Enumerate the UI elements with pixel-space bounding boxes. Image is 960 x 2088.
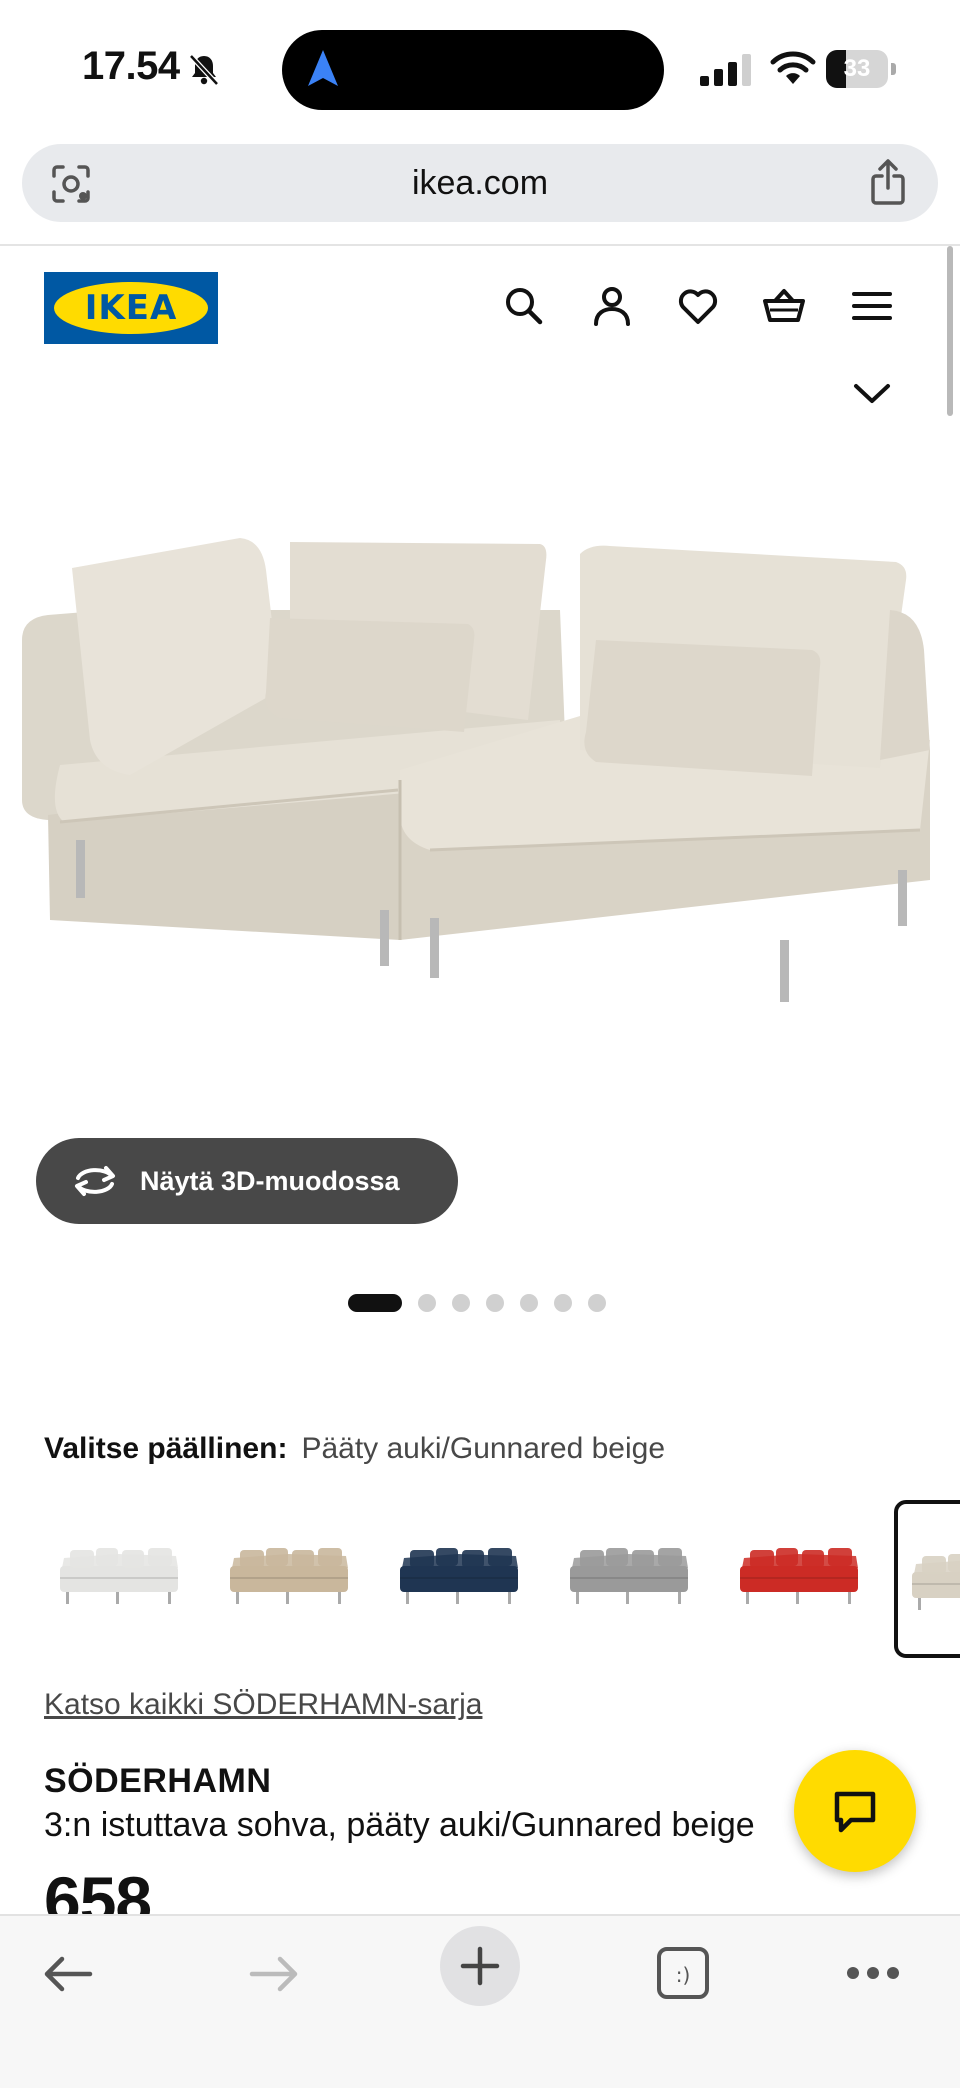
battery-percent: 33: [843, 55, 871, 82]
product-description: 3:n istuttava sohva, pääty auki/Gunnared…: [44, 1806, 755, 1844]
carousel-dot[interactable]: [588, 1294, 606, 1312]
product-image[interactable]: [0, 500, 960, 1060]
carousel-dot[interactable]: [348, 1294, 402, 1312]
more-icon[interactable]: [846, 1966, 900, 1980]
cellular-signal-icon: [700, 54, 751, 86]
status-time: 17.54: [82, 44, 180, 88]
new-tab-button[interactable]: [440, 1926, 520, 2006]
chevron-down-icon[interactable]: [852, 380, 892, 408]
view-3d-label: Näytä 3D-muodossa: [140, 1166, 400, 1196]
carousel-indicator[interactable]: [348, 1294, 606, 1312]
view-3d-button[interactable]: Näytä 3D-muodossa: [36, 1138, 458, 1224]
cover-swatch[interactable]: [396, 1508, 522, 1634]
cover-swatch[interactable]: [56, 1508, 182, 1634]
address-bar[interactable]: ikea.com: [22, 144, 938, 222]
cover-selection: Valitse päällinen: Pääty auki/Gunnared be…: [44, 1432, 665, 1466]
product-name: SÖDERHAMN: [44, 1762, 272, 1800]
carousel-dot[interactable]: [486, 1294, 504, 1312]
svg-text::): :): [676, 1963, 691, 1987]
carousel-dot[interactable]: [452, 1294, 470, 1312]
cover-swatch-selected[interactable]: [894, 1500, 960, 1658]
series-link[interactable]: Katso kaikki SÖDERHAMN-sarja: [44, 1688, 482, 1722]
carousel-dot[interactable]: [418, 1294, 436, 1312]
cover-value: Pääty auki/Gunnared beige: [301, 1432, 666, 1465]
rotate-3d-icon: [75, 1166, 115, 1196]
heart-icon[interactable]: [676, 284, 720, 328]
navigation-arrow-icon: [308, 50, 338, 86]
tabs-icon[interactable]: :): [656, 1946, 710, 2000]
chat-bubble-icon: [834, 1791, 876, 1833]
scrollbar[interactable]: [947, 246, 953, 416]
carousel-dot[interactable]: [520, 1294, 538, 1312]
browser-toolbar: :): [0, 1914, 960, 2088]
forward-arrow-icon[interactable]: [248, 1954, 300, 1994]
cover-swatch[interactable]: [226, 1508, 352, 1634]
cover-swatch[interactable]: [566, 1508, 692, 1634]
ikea-logo[interactable]: IKEA: [44, 272, 218, 344]
back-arrow-icon[interactable]: [42, 1954, 94, 1994]
bell-muted-icon: [189, 54, 219, 86]
chat-button[interactable]: [794, 1750, 916, 1872]
wifi-icon: [770, 51, 816, 84]
plus-icon: [460, 1946, 500, 1986]
cover-label: Valitse päällinen:: [44, 1432, 288, 1465]
url-text: ikea.com: [411, 164, 549, 202]
user-icon[interactable]: [590, 284, 634, 328]
cover-swatch[interactable]: [736, 1508, 862, 1634]
battery-indicator: 33: [826, 50, 898, 88]
menu-icon[interactable]: [850, 284, 894, 328]
search-icon[interactable]: [502, 284, 546, 328]
shopping-basket-icon[interactable]: [762, 284, 806, 328]
carousel-dot[interactable]: [554, 1294, 572, 1312]
share-icon[interactable]: [868, 158, 908, 206]
divider: [0, 244, 960, 246]
